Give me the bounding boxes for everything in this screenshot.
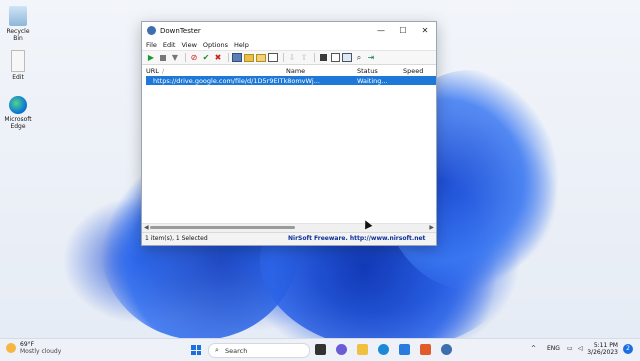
open-folder-icon[interactable] [256, 53, 266, 63]
search-icon[interactable]: ⌕ [354, 53, 364, 63]
desktop-icon-edge[interactable]: Microsoft Edge [2, 96, 34, 130]
toolbar: ▶ ▼ ⊘ ✔ ✖ ⇩ ⇧ ⌕ ⇥ [142, 50, 436, 65]
menu-bar: File Edit View Options Help [142, 39, 436, 50]
arrow-down-icon[interactable]: ⇩ [287, 53, 297, 63]
taskbar: 69°F Mostly cloudy ⌕ Search ^ ENG ▭ ◁ 5:… [0, 338, 640, 361]
file-icon [11, 50, 25, 72]
desktop-icon-label: Edit [12, 74, 24, 81]
weather-widget[interactable]: 69°F Mostly cloudy [6, 341, 61, 355]
recycle-bin-icon [9, 6, 27, 26]
horizontal-scrollbar[interactable]: ◀ ▶ [142, 223, 436, 232]
menu-help[interactable]: Help [234, 41, 249, 49]
menu-options[interactable]: Options [203, 41, 228, 49]
downtester-window[interactable]: DownTester — ☐ ✕ File Edit View Options … [141, 21, 437, 246]
search-placeholder: Search [225, 347, 248, 355]
exit-icon[interactable]: ⇥ [366, 53, 376, 63]
save-icon[interactable] [318, 53, 328, 63]
status-cell: Waiting... [357, 77, 388, 85]
download-list[interactable]: https://drive.google.com/file/d/1D5r9EIT… [142, 76, 436, 220]
toolbar-separator [283, 53, 284, 62]
language-indicator[interactable]: ENG [547, 345, 560, 352]
url-cell: https://drive.google.com/file/d/1D5r9EIT… [153, 77, 320, 85]
scroll-left-icon[interactable]: ◀ [144, 224, 149, 231]
desktop-icon-label: Recycle Bin [6, 28, 30, 42]
stop-icon[interactable] [158, 53, 168, 63]
window-title: DownTester [160, 26, 201, 35]
store-icon[interactable] [399, 344, 410, 355]
arrow-up-icon[interactable]: ⇧ [299, 53, 309, 63]
taskbar-search[interactable]: ⌕ Search [208, 343, 310, 358]
task-view-icon[interactable] [315, 344, 326, 355]
sort-indicator: / [162, 67, 165, 75]
notification-badge[interactable]: 2 [623, 344, 633, 354]
weather-temp: 69°F [20, 341, 35, 348]
menu-edit[interactable]: Edit [163, 41, 176, 49]
column-name[interactable]: Name [286, 67, 305, 75]
tray-chevron-icon[interactable]: ^ [531, 345, 536, 352]
weather-desc: Mostly cloudy [20, 348, 62, 355]
edge-icon [9, 96, 27, 114]
menu-view[interactable]: View [181, 41, 196, 49]
toolbar-separator [228, 53, 229, 62]
office-icon[interactable] [420, 344, 431, 355]
check-icon[interactable]: ✔ [201, 53, 211, 63]
column-url[interactable]: URL [146, 67, 159, 75]
minimize-button[interactable]: — [370, 22, 392, 39]
close-button[interactable]: ✕ [414, 22, 436, 39]
search-icon: ⌕ [215, 346, 219, 354]
maximize-button[interactable]: ☐ [392, 22, 414, 39]
clock-date: 3/26/2023 [587, 349, 618, 356]
scrollbar-thumb[interactable] [150, 226, 295, 229]
filter-icon[interactable]: ▼ [170, 53, 180, 63]
folder-icon[interactable] [244, 53, 254, 63]
title-bar[interactable]: DownTester — ☐ ✕ [142, 22, 436, 39]
downtester-taskbar-icon[interactable] [441, 344, 452, 355]
app-icon [147, 26, 156, 35]
properties-icon[interactable] [232, 53, 242, 63]
delete-icon[interactable]: ✖ [213, 53, 223, 63]
chat-icon[interactable] [336, 344, 347, 355]
toolbar-separator [314, 53, 315, 62]
edge-icon[interactable] [378, 344, 389, 355]
desktop-icon-recycle-bin[interactable]: Recycle Bin [2, 6, 34, 42]
desktop-icon-label: Microsoft Edge [4, 116, 32, 130]
toolbar-separator [185, 53, 186, 62]
item-count: 1 item(s), 1 Selected [145, 235, 208, 242]
clock[interactable]: 5:11 PM 3/26/2023 [587, 342, 618, 356]
no-entry-icon[interactable]: ⊘ [189, 53, 199, 63]
status-bar: 1 item(s), 1 Selected NirSoft Freeware. … [142, 232, 436, 245]
network-icon[interactable]: ▭ [567, 345, 573, 352]
clock-time: 5:11 PM [593, 342, 618, 349]
weather-icon [6, 343, 16, 353]
start-button[interactable] [191, 345, 201, 355]
menu-file[interactable]: File [146, 41, 157, 49]
window-icon[interactable] [268, 53, 278, 63]
scroll-right-icon[interactable]: ▶ [429, 224, 434, 231]
nirsoft-link[interactable]: NirSoft Freeware. http://www.nirsoft.net [288, 235, 425, 242]
table-row[interactable]: https://drive.google.com/file/d/1D5r9EIT… [146, 76, 436, 85]
desktop-icon-edit[interactable]: Edit [2, 50, 34, 81]
column-status[interactable]: Status [357, 67, 378, 75]
html-report-icon[interactable] [342, 53, 352, 63]
volume-icon[interactable]: ◁ [578, 345, 583, 352]
copy-icon[interactable] [330, 53, 340, 63]
file-explorer-icon[interactable] [357, 344, 368, 355]
start-icon[interactable]: ▶ [146, 53, 156, 63]
